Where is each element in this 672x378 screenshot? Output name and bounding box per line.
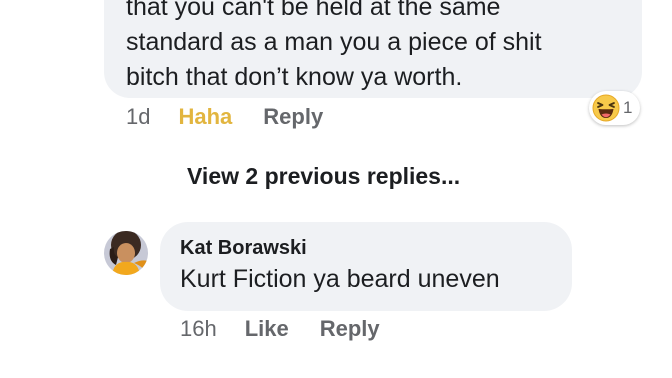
reply-button[interactable]: Reply [263, 104, 323, 130]
haha-emoji-icon [592, 94, 620, 122]
comment-author-name[interactable]: Kat Borawski [180, 235, 552, 261]
comment-timestamp[interactable]: 16h [180, 316, 217, 342]
comment-bubble: that you can't be held at the same stand… [104, 0, 642, 98]
profile-photo [104, 231, 148, 275]
comment-text-line: standard as a man you a piece of shit [126, 28, 542, 56]
comment-actions: 1d Haha Reply [126, 104, 354, 130]
avatar[interactable] [104, 231, 148, 275]
comment-text-line: that you can't be held at the same [126, 0, 501, 21]
reply-button[interactable]: Reply [320, 316, 380, 342]
comment-timestamp[interactable]: 1d [126, 104, 150, 130]
comment-text: Kurt Fiction ya beard uneven [180, 265, 500, 293]
reaction-summary-badge[interactable]: 1 [589, 91, 641, 125]
comment-text-line: bitch that don’t know ya worth. [126, 63, 463, 91]
reaction-button[interactable]: Haha [178, 104, 232, 130]
reaction-count: 1 [623, 98, 633, 117]
like-button[interactable]: Like [245, 316, 289, 342]
reply-bubble: Kat Borawski Kurt Fiction ya beard uneve… [160, 222, 572, 311]
comment-thread: that you can't be held at the same stand… [0, 0, 672, 378]
reply-actions: 16h Like Reply [180, 316, 411, 342]
view-previous-replies-link[interactable]: View 2 previous replies... [187, 163, 460, 190]
